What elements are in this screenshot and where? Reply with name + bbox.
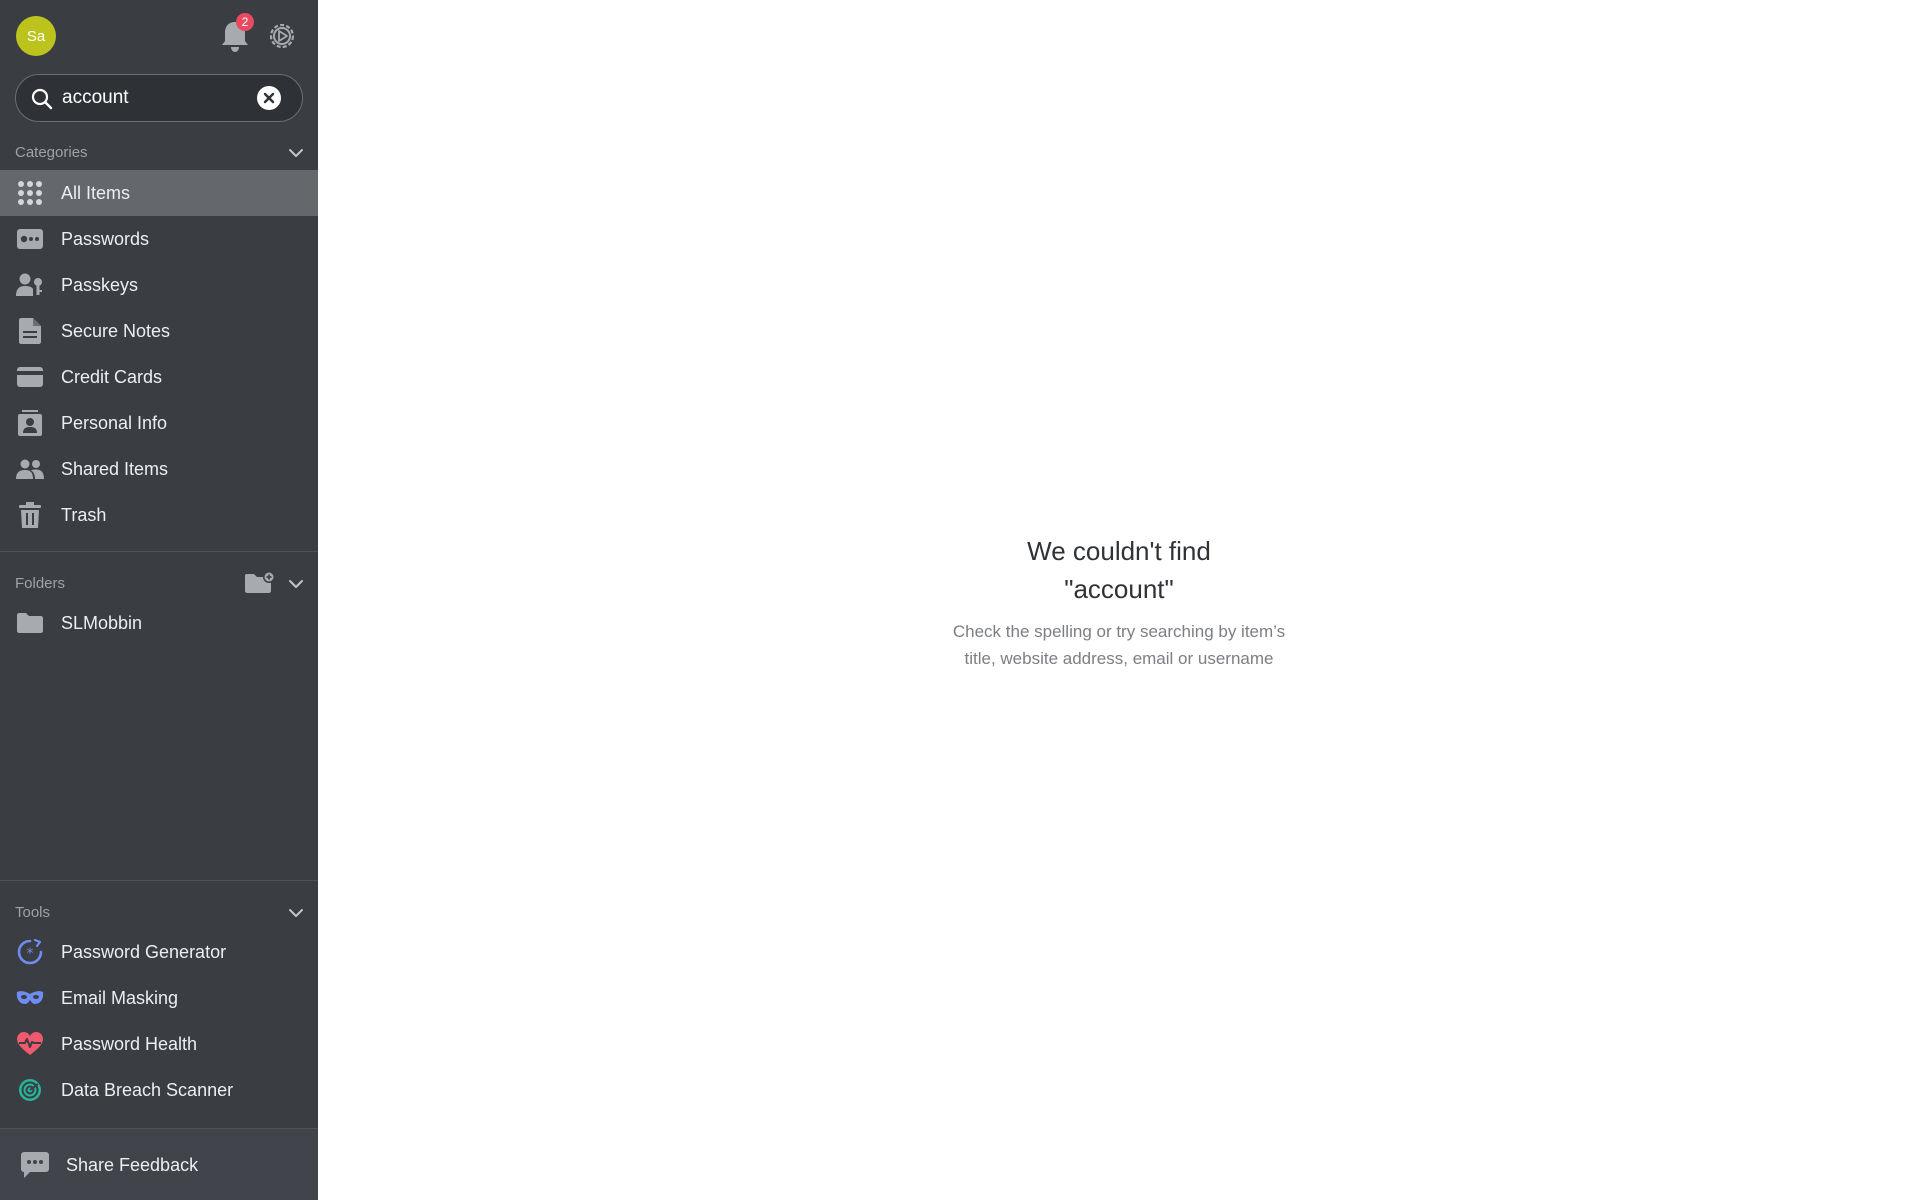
- folders-title: Folders: [15, 575, 66, 592]
- password-generator-icon: *: [16, 939, 44, 965]
- empty-state-desc-line2: title, website address, email or usernam…: [964, 649, 1274, 668]
- tool-item-label: Email Masking: [61, 988, 179, 1008]
- gear-icon: [269, 23, 295, 49]
- close-icon: [263, 92, 275, 104]
- empty-state: We couldn't find "account" Check the spe…: [318, 532, 1920, 672]
- note-icon: [16, 318, 44, 344]
- search-box[interactable]: [15, 74, 303, 122]
- clear-search-button[interactable]: [257, 86, 281, 110]
- tool-item-data-breach-scanner[interactable]: Data Breach Scanner: [0, 1067, 318, 1113]
- tool-item-password-generator[interactable]: * Password Generator: [0, 929, 318, 975]
- svg-text:*: *: [27, 946, 34, 962]
- empty-state-title: We couldn't find "account": [318, 532, 1920, 608]
- sidebar-item-passkeys[interactable]: Passkeys: [0, 262, 318, 308]
- empty-state-title-line2: "account": [1064, 574, 1174, 604]
- chevron-down-icon[interactable]: [287, 904, 305, 922]
- mask-icon: [16, 985, 44, 1011]
- share-feedback-label: Share Feedback: [66, 1155, 199, 1175]
- sidebar-item-personal-info[interactable]: Personal Info: [0, 400, 318, 446]
- credit-card-icon: [16, 364, 44, 390]
- search-input[interactable]: [62, 85, 262, 111]
- sidebar-item-label: Passkeys: [61, 275, 139, 295]
- main-content: We couldn't find "account" Check the spe…: [318, 0, 1920, 1200]
- grid-icon: [16, 180, 44, 206]
- sidebar: Sa 2 Catego: [0, 0, 318, 1200]
- radar-icon: [16, 1077, 44, 1103]
- sidebar-item-label: Shared Items: [61, 459, 169, 479]
- chat-bubble-icon: [21, 1152, 49, 1178]
- notification-badge: 2: [236, 13, 254, 31]
- tool-item-label: Password Generator: [61, 942, 227, 962]
- sidebar-item-label: Passwords: [61, 229, 150, 249]
- folder-item-slmobbin[interactable]: SLMobbin: [0, 600, 318, 646]
- sidebar-item-shared-items[interactable]: Shared Items: [0, 446, 318, 492]
- tool-item-password-health[interactable]: Password Health: [0, 1021, 318, 1067]
- search-icon: [31, 88, 53, 110]
- empty-state-desc-line1: Check the spelling or try searching by i…: [952, 622, 1286, 641]
- heart-pulse-icon: [16, 1031, 44, 1057]
- chevron-down-icon[interactable]: [287, 575, 305, 593]
- divider: [0, 551, 318, 552]
- shared-users-icon: [16, 456, 44, 482]
- sidebar-header: Sa 2: [0, 0, 318, 72]
- id-badge-icon: [16, 410, 44, 436]
- sidebar-item-passwords[interactable]: Passwords: [0, 216, 318, 262]
- passkey-icon: [16, 272, 44, 298]
- categories-header[interactable]: Categories: [15, 142, 305, 164]
- add-folder-icon[interactable]: [245, 571, 275, 595]
- divider: [0, 880, 318, 881]
- empty-state-description: Check the spelling or try searching by i…: [318, 618, 1920, 672]
- categories-title: Categories: [15, 144, 88, 161]
- tool-item-label: Password Health: [61, 1034, 198, 1054]
- tools-title: Tools: [15, 904, 51, 921]
- tool-item-label: Data Breach Scanner: [61, 1080, 234, 1100]
- folders-header[interactable]: Folders: [15, 571, 305, 595]
- empty-state-title-line1: We couldn't find: [1027, 536, 1211, 566]
- folder-icon: [16, 610, 44, 636]
- sidebar-item-label: Secure Notes: [61, 321, 171, 341]
- settings-button[interactable]: [266, 20, 298, 52]
- sidebar-item-secure-notes[interactable]: Secure Notes: [0, 308, 318, 354]
- sidebar-item-label: Credit Cards: [61, 367, 163, 387]
- sidebar-item-label: All Items: [61, 183, 131, 203]
- password-card-icon: [16, 226, 44, 252]
- sidebar-item-credit-cards[interactable]: Credit Cards: [0, 354, 318, 400]
- sidebar-item-all-items[interactable]: All Items: [0, 170, 318, 216]
- sidebar-item-label: Personal Info: [61, 413, 168, 433]
- tools-header[interactable]: Tools: [15, 902, 305, 924]
- share-feedback-button[interactable]: Share Feedback: [0, 1128, 318, 1200]
- sidebar-item-label: Trash: [61, 505, 107, 525]
- trash-icon: [16, 502, 44, 528]
- tool-item-email-masking[interactable]: Email Masking: [0, 975, 318, 1021]
- folder-item-label: SLMobbin: [61, 613, 143, 633]
- chevron-down-icon[interactable]: [287, 144, 305, 162]
- sidebar-item-trash[interactable]: Trash: [0, 492, 318, 538]
- avatar[interactable]: Sa: [16, 16, 56, 56]
